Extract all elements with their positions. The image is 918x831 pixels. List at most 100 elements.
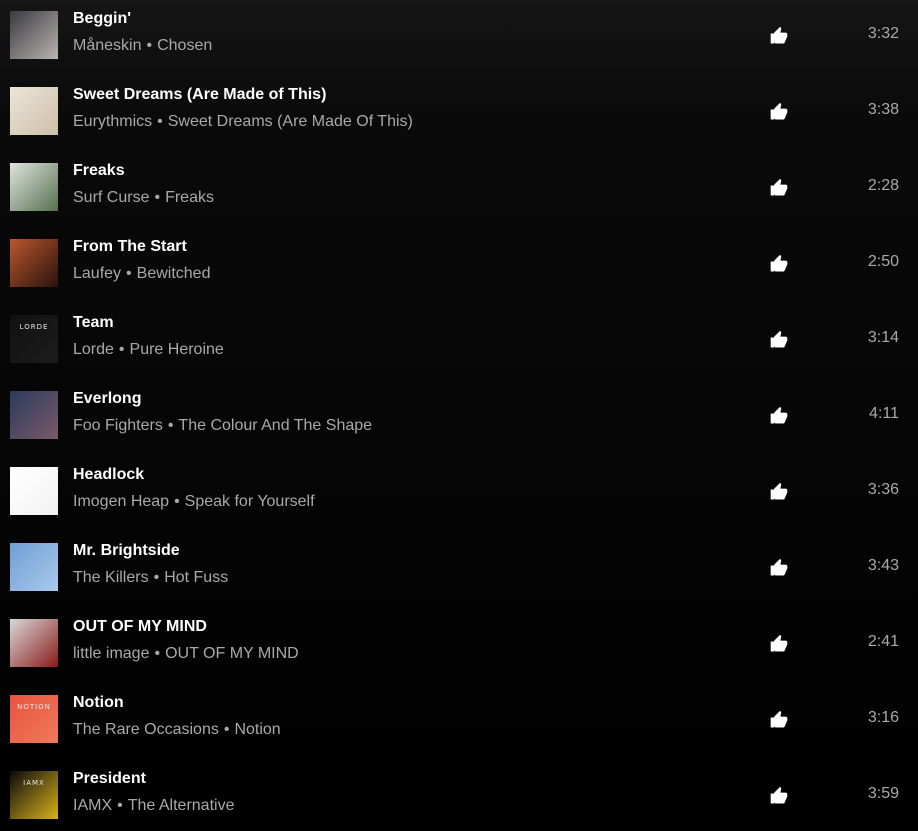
thumb-up-icon[interactable] (769, 634, 789, 654)
album-art[interactable] (10, 467, 58, 515)
track-title[interactable]: Headlock (73, 466, 144, 484)
track-row[interactable]: Everlong Foo Fighters • The Colour And The … (0, 380, 918, 456)
track-row[interactable]: IAMX President IAMX • The Alternative 3:59 (0, 760, 918, 831)
album-art-label: IAMX (23, 779, 45, 787)
separator-dot: • (117, 797, 123, 814)
track-title[interactable]: Sweet Dreams (Are Made of This) (73, 86, 326, 104)
track-artist[interactable]: little image (73, 645, 149, 662)
track-subtitle: Eurythmics • Sweet Dreams (Are Made Of Thi… (73, 113, 413, 131)
separator-dot: • (126, 265, 132, 282)
track-duration: 3:43 (867, 557, 899, 574)
track-album[interactable]: Notion (234, 721, 280, 738)
track-row[interactable]: Freaks Surf Curse • Freaks 2:28 (0, 152, 918, 228)
track-artist[interactable]: The Rare Occasions (73, 721, 219, 738)
album-art[interactable] (10, 239, 58, 287)
track-list: Beggin' Måneskin • Chosen 3:32 Sweet Dreams (… (0, 0, 918, 831)
thumb-up-icon[interactable] (769, 482, 789, 502)
album-art[interactable] (10, 543, 58, 591)
track-row[interactable]: LORDE Team Lorde • Pure Heroine 3:14 (0, 304, 918, 380)
track-duration: 3:14 (867, 329, 899, 346)
album-art[interactable]: IAMX (10, 771, 58, 819)
track-artist[interactable]: Laufey (73, 265, 121, 282)
thumb-up-icon[interactable] (769, 330, 789, 350)
track-subtitle: Måneskin • Chosen (73, 37, 212, 55)
separator-dot: • (146, 37, 153, 54)
track-artist[interactable]: Surf Curse (73, 189, 149, 206)
track-title[interactable]: From The Start (73, 238, 187, 256)
track-title[interactable]: Mr. Brightside (73, 542, 180, 560)
track-artist[interactable]: IAMX (73, 797, 112, 814)
thumb-up-icon[interactable] (769, 710, 789, 730)
track-subtitle: Surf Curse • Freaks (73, 189, 214, 207)
thumb-up-icon[interactable] (769, 558, 789, 578)
album-art-label: LORDE (19, 323, 49, 331)
track-album[interactable]: The Colour And The Shape (178, 417, 372, 434)
track-row[interactable]: Headlock Imogen Heap • Speak for Yourself 3:… (0, 456, 918, 532)
separator-dot: • (223, 721, 230, 738)
track-artist[interactable]: Lorde (73, 341, 114, 358)
track-row[interactable]: NOTION Notion The Rare Occasions • Notion 3:1… (0, 684, 918, 760)
album-art[interactable] (10, 619, 58, 667)
track-title[interactable]: OUT OF MY MIND (73, 618, 207, 636)
album-art[interactable]: LORDE (10, 315, 58, 363)
track-subtitle: Foo Fighters • The Colour And The Shape (73, 417, 372, 435)
thumb-up-icon[interactable] (769, 786, 789, 806)
track-artist[interactable]: Foo Fighters (73, 417, 163, 434)
album-art[interactable] (10, 11, 58, 59)
track-artist[interactable]: Eurythmics (73, 113, 152, 130)
track-subtitle: Laufey • Bewitched (73, 265, 210, 283)
album-art[interactable] (10, 391, 58, 439)
separator-dot: • (154, 645, 161, 662)
track-album[interactable]: Speak for Yourself (185, 493, 315, 510)
track-duration: 2:41 (867, 633, 899, 650)
thumb-up-icon[interactable] (769, 102, 789, 122)
track-title[interactable]: Beggin' (73, 10, 131, 28)
track-album[interactable]: OUT OF MY MIND (165, 645, 299, 662)
thumb-up-icon[interactable] (769, 406, 789, 426)
track-subtitle: The Killers • Hot Fuss (73, 569, 228, 587)
thumb-up-icon[interactable] (769, 254, 789, 274)
track-album[interactable]: Hot Fuss (164, 569, 228, 586)
separator-dot: • (153, 569, 160, 586)
track-row[interactable]: Beggin' Måneskin • Chosen 3:32 (0, 0, 918, 76)
track-row[interactable]: From The Start Laufey • Bewitched 2:50 (0, 228, 918, 304)
separator-dot: • (154, 189, 161, 206)
track-subtitle: Lorde • Pure Heroine (73, 341, 224, 359)
track-subtitle: IAMX • The Alternative (73, 797, 234, 815)
track-artist[interactable]: The Killers (73, 569, 149, 586)
track-album[interactable]: The Alternative (128, 797, 235, 814)
track-duration: 4:11 (869, 405, 899, 422)
separator-dot: • (118, 341, 125, 358)
separator-dot: • (174, 493, 180, 510)
track-album[interactable]: Freaks (165, 189, 214, 206)
separator-dot: • (157, 113, 163, 130)
track-duration: 3:36 (867, 481, 899, 498)
track-title[interactable]: President (73, 770, 146, 788)
track-row[interactable]: Sweet Dreams (Are Made of This) Eurythmic… (0, 76, 918, 152)
thumb-up-icon[interactable] (769, 26, 789, 46)
track-duration: 3:59 (867, 785, 899, 802)
track-title[interactable]: Freaks (73, 162, 125, 180)
track-title[interactable]: Team (73, 314, 114, 332)
track-album[interactable]: Bewitched (137, 265, 211, 282)
album-art[interactable]: NOTION (10, 695, 58, 743)
album-art-label: NOTION (17, 703, 51, 711)
track-duration: 3:16 (867, 709, 899, 726)
album-art[interactable] (10, 163, 58, 211)
track-artist[interactable]: Måneskin (73, 37, 141, 54)
track-row[interactable]: Mr. Brightside The Killers • Hot Fuss 3:43 (0, 532, 918, 608)
track-artist[interactable]: Imogen Heap (73, 493, 169, 510)
track-album[interactable]: Pure Heroine (130, 341, 224, 358)
thumb-up-icon[interactable] (769, 178, 789, 198)
track-row[interactable]: OUT OF MY MIND little image • OUT OF MY MIN… (0, 608, 918, 684)
album-art[interactable] (10, 87, 58, 135)
track-duration: 3:32 (867, 25, 899, 42)
track-duration: 2:28 (867, 177, 899, 194)
track-title[interactable]: Everlong (73, 390, 141, 408)
track-album[interactable]: Chosen (157, 37, 212, 54)
track-album[interactable]: Sweet Dreams (Are Made Of This) (168, 113, 413, 130)
track-subtitle: The Rare Occasions • Notion (73, 721, 281, 739)
track-subtitle: little image • OUT OF MY MIND (73, 645, 299, 663)
separator-dot: • (167, 417, 174, 434)
track-title[interactable]: Notion (73, 694, 124, 712)
